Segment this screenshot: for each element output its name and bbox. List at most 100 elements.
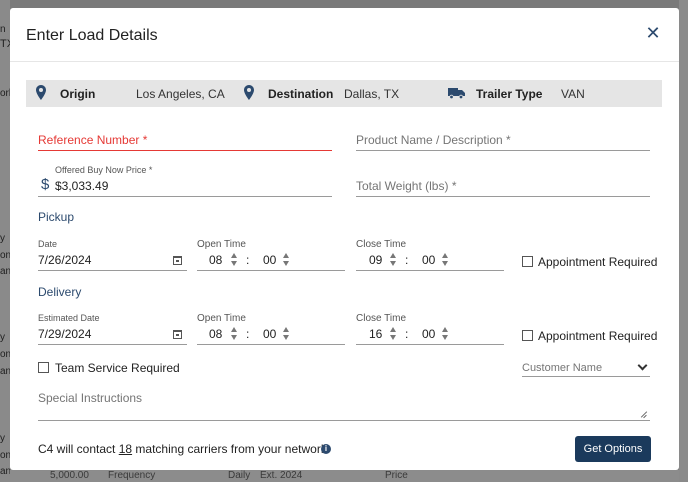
background-text: n xyxy=(0,24,6,35)
truck-icon xyxy=(448,88,465,99)
pickup-close-time-input[interactable]: Close Time 09 : 00 xyxy=(356,237,504,271)
delivery-open-time-underline xyxy=(197,344,345,345)
pickup-appointment-label: Appointment Required xyxy=(538,255,658,269)
trailer-type-value: VAN xyxy=(561,87,585,101)
pickup-open-hour[interactable]: 08 xyxy=(209,253,222,267)
pickup-date-input[interactable]: Date 7/26/2024 xyxy=(38,237,187,271)
background-text: y xyxy=(0,233,5,244)
team-service-label: Team Service Required xyxy=(55,361,180,375)
pickup-date-label: Date xyxy=(38,239,58,249)
pickup-open-minute-spinner[interactable] xyxy=(283,252,291,268)
delivery-close-hour-spinner[interactable] xyxy=(390,326,398,342)
customer-name-underline xyxy=(522,376,650,377)
price-value: $3,033.49 xyxy=(55,179,109,193)
pickup-open-hour-spinner[interactable] xyxy=(231,252,239,268)
background-text: 5,000.00 xyxy=(50,470,89,481)
pickup-open-time-input[interactable]: Open Time 08 : 00 xyxy=(197,237,345,271)
background-text: y xyxy=(0,332,5,343)
price-label: Offered Buy Now Price * xyxy=(55,165,153,175)
pickup-date-underline xyxy=(38,270,187,271)
delivery-date-value: 7/29/2024 xyxy=(38,327,92,341)
pickup-close-minute-spinner[interactable] xyxy=(442,252,450,268)
delivery-close-time-input[interactable]: Close Time 16 : 00 xyxy=(356,311,504,345)
product-name-placeholder: Product Name / Description * xyxy=(356,133,511,147)
pickup-close-time-underline xyxy=(356,270,504,271)
background-text: ont xyxy=(0,450,10,461)
info-icon[interactable]: i xyxy=(321,444,331,454)
delivery-date-label: Estimated Date xyxy=(38,313,100,323)
delivery-section-title: Delivery xyxy=(38,285,82,299)
load-details-modal: Enter Load Details ✕ Origin Los Angeles,… xyxy=(10,8,679,470)
modal-header: Enter Load Details ✕ xyxy=(10,8,679,62)
time-separator: : xyxy=(405,327,409,341)
trailer-type-label: Trailer Type xyxy=(476,87,543,101)
delivery-date-input[interactable]: Estimated Date 7/29/2024 xyxy=(38,311,187,345)
calendar-icon[interactable] xyxy=(173,256,182,265)
special-instructions-placeholder: Special Instructions xyxy=(38,391,143,405)
pickup-close-hour-spinner[interactable] xyxy=(390,252,398,268)
background-text: ont xyxy=(0,349,10,360)
delivery-close-minute[interactable]: 00 xyxy=(422,327,435,341)
delivery-open-minute[interactable]: 00 xyxy=(263,327,276,341)
time-separator: : xyxy=(246,327,250,341)
background-right-strip xyxy=(679,0,688,482)
background-text: Frequency xyxy=(108,470,156,481)
background-text: Price xyxy=(385,470,408,481)
customer-name-placeholder: Customer Name xyxy=(522,362,603,374)
special-instructions-textarea[interactable]: Special Instructions xyxy=(38,389,650,421)
origin-label: Origin xyxy=(60,87,96,101)
delivery-close-hour[interactable]: 16 xyxy=(369,327,382,341)
delivery-appointment-checkbox[interactable] xyxy=(522,330,533,341)
background-text: an xyxy=(0,466,10,477)
location-pin-icon xyxy=(244,85,254,100)
pickup-close-hour[interactable]: 09 xyxy=(369,253,382,267)
background-text: orla xyxy=(0,88,10,99)
get-options-button[interactable]: Get Options xyxy=(575,436,651,462)
total-weight-input[interactable]: Total Weight (lbs) * xyxy=(356,172,650,197)
pickup-appointment-checkbox[interactable] xyxy=(522,256,533,267)
pickup-close-minute[interactable]: 00 xyxy=(422,253,435,267)
calendar-icon[interactable] xyxy=(173,330,182,339)
resize-grip-icon[interactable] xyxy=(641,411,647,417)
pickup-close-time-label: Close Time xyxy=(356,239,407,250)
background-text: ont xyxy=(0,250,10,261)
buy-now-price-input[interactable]: Offered Buy Now Price * $ $3,033.49 xyxy=(38,160,332,197)
background-text: an xyxy=(0,266,10,277)
special-instructions-underline xyxy=(38,420,650,421)
time-separator: : xyxy=(405,253,409,267)
background-text: TX xyxy=(0,38,10,50)
carrier-contact-suffix: matching carriers from your network xyxy=(135,442,327,456)
carrier-count[interactable]: 18 xyxy=(119,442,132,456)
team-service-checkbox[interactable] xyxy=(38,362,49,373)
delivery-open-hour-spinner[interactable] xyxy=(231,326,239,342)
carrier-contact-text: C4 will contact 18 matching carriers fro… xyxy=(38,442,327,456)
pickup-open-time-label: Open Time xyxy=(197,239,246,250)
dollar-icon: $ xyxy=(41,176,50,193)
product-name-input[interactable]: Product Name / Description * xyxy=(356,126,650,151)
delivery-date-underline xyxy=(38,344,187,345)
background-text: y xyxy=(0,433,5,444)
delivery-open-time-input[interactable]: Open Time 08 : 00 xyxy=(197,311,345,345)
destination-value: Dallas, TX xyxy=(344,87,400,101)
origin-value: Los Angeles, CA xyxy=(136,87,225,101)
pickup-section-title: Pickup xyxy=(38,210,75,224)
pickup-date-value: 7/26/2024 xyxy=(38,253,92,267)
background-bottom-strip: 5,000.00 Frequency Daily Ext. 2024 Price xyxy=(10,470,679,482)
modal-title: Enter Load Details xyxy=(26,27,158,44)
delivery-close-minute-spinner[interactable] xyxy=(442,326,450,342)
background-text: an xyxy=(0,366,10,377)
reference-number-input[interactable]: Reference Number * xyxy=(38,126,332,151)
time-separator: : xyxy=(246,253,250,267)
location-pin-icon xyxy=(36,85,46,100)
delivery-close-time-label: Close Time xyxy=(356,313,407,324)
delivery-close-time-underline xyxy=(356,344,504,345)
pickup-open-minute[interactable]: 00 xyxy=(263,253,276,267)
destination-label: Destination xyxy=(268,87,334,101)
delivery-open-minute-spinner[interactable] xyxy=(283,326,291,342)
carrier-contact-prefix: C4 will contact xyxy=(38,442,116,456)
close-button[interactable]: ✕ xyxy=(644,24,662,42)
delivery-open-hour[interactable]: 08 xyxy=(209,327,222,341)
customer-name-select[interactable]: Customer Name xyxy=(522,360,650,377)
reference-number-underline xyxy=(38,150,332,151)
price-underline xyxy=(38,196,332,197)
